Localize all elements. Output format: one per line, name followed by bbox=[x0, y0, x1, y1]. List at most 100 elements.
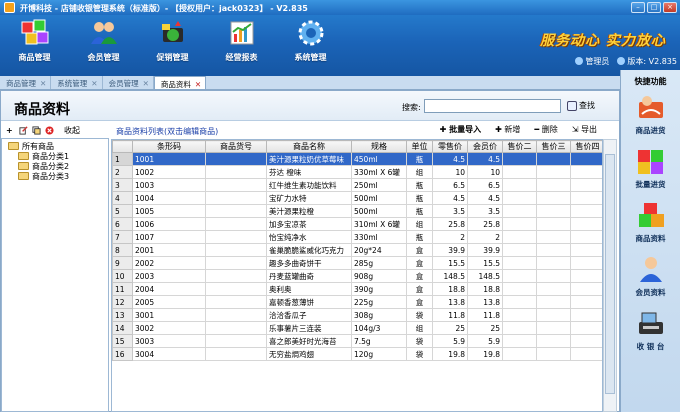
table-cell[interactable]: 308g bbox=[351, 308, 407, 322]
table-cell[interactable]: 组 bbox=[406, 217, 433, 231]
table-cell[interactable]: 25 bbox=[467, 321, 503, 335]
table-cell[interactable]: 雀巢脆脆鲨威化巧克力 bbox=[266, 243, 352, 257]
table-cell[interactable] bbox=[536, 230, 571, 244]
export-button[interactable]: ⇲ 导出 bbox=[572, 124, 597, 135]
column-header[interactable]: 商品货号 bbox=[205, 140, 267, 153]
table-cell[interactable]: 4.5 bbox=[432, 191, 468, 205]
table-cell[interactable]: 喜之郎美好时光海苔 bbox=[266, 334, 352, 348]
table-cell[interactable]: 宝矿力水特 bbox=[266, 191, 352, 205]
scrollbar-thumb[interactable] bbox=[605, 154, 615, 394]
table-cell[interactable]: 1004 bbox=[132, 191, 206, 205]
table-cell[interactable]: 18.8 bbox=[432, 282, 468, 296]
table-row[interactable]: 2 1002 芬达 橙味 330ml X 6罐组 10 10 bbox=[112, 165, 602, 179]
table-cell[interactable] bbox=[570, 256, 602, 270]
row-number-cell[interactable]: 9 bbox=[112, 256, 133, 270]
quick-batch-stock[interactable]: 批量进货 bbox=[621, 142, 680, 196]
table-cell[interactable]: 美汁源果粒橙 bbox=[266, 204, 352, 218]
table-cell[interactable]: 148.5 bbox=[467, 269, 503, 283]
row-number-cell[interactable]: 14 bbox=[112, 321, 133, 335]
table-cell[interactable]: 4.5 bbox=[467, 191, 503, 205]
table-cell[interactable]: 盒 bbox=[406, 256, 433, 270]
table-cell[interactable]: 25.8 bbox=[432, 217, 468, 231]
table-cell[interactable] bbox=[536, 347, 571, 361]
table-cell[interactable]: 袋 bbox=[406, 347, 433, 361]
close-tab-icon[interactable]: ✕ bbox=[143, 79, 149, 88]
delete-button[interactable]: ━ 删除 bbox=[534, 124, 557, 135]
table-cell[interactable]: 3001 bbox=[132, 308, 206, 322]
table-cell[interactable]: 美汁源果粒奶优草莓味 bbox=[266, 152, 352, 166]
row-number-cell[interactable]: 1 bbox=[112, 152, 133, 166]
table-cell[interactable] bbox=[502, 191, 537, 205]
table-cell[interactable] bbox=[502, 152, 537, 166]
table-cell[interactable]: 10 bbox=[432, 165, 468, 179]
column-header[interactable]: 售价二 bbox=[502, 140, 537, 153]
table-cell[interactable]: 18.8 bbox=[467, 282, 503, 296]
table-cell[interactable]: 6.5 bbox=[432, 178, 468, 192]
table-cell[interactable] bbox=[536, 282, 571, 296]
quick-product-info[interactable]: 商品资料 bbox=[621, 196, 680, 250]
table-cell[interactable]: 1005 bbox=[132, 204, 206, 218]
table-cell[interactable]: 250ml bbox=[351, 178, 407, 192]
quick-member-info[interactable]: 会员资料 bbox=[621, 250, 680, 304]
table-cell[interactable]: 2005 bbox=[132, 295, 206, 309]
vertical-scrollbar[interactable] bbox=[603, 139, 617, 412]
table-row[interactable]: 14 3002 乐事薯片三连装 104g/3 组 25 25 bbox=[112, 321, 602, 335]
table-cell[interactable]: 瓶 bbox=[406, 230, 433, 244]
table-cell[interactable]: 2003 bbox=[132, 269, 206, 283]
table-cell[interactable] bbox=[502, 334, 537, 348]
table-cell[interactable] bbox=[536, 243, 571, 257]
table-cell[interactable]: 盒 bbox=[406, 269, 433, 283]
row-number-cell[interactable]: 13 bbox=[112, 308, 133, 322]
row-number-cell[interactable]: 15 bbox=[112, 334, 133, 348]
copy-category-icon[interactable] bbox=[32, 125, 41, 135]
table-cell[interactable]: 瓶 bbox=[406, 191, 433, 205]
column-header[interactable]: 条形码 bbox=[132, 140, 206, 153]
table-cell[interactable]: 3002 bbox=[132, 321, 206, 335]
table-cell[interactable]: 4.5 bbox=[467, 152, 503, 166]
table-cell[interactable]: 瓶 bbox=[406, 152, 433, 166]
table-cell[interactable] bbox=[502, 308, 537, 322]
table-row[interactable]: 7 1007 怡宝纯净水 330ml 瓶 2 2 bbox=[112, 230, 602, 244]
table-cell[interactable]: 2001 bbox=[132, 243, 206, 257]
table-cell[interactable] bbox=[570, 165, 602, 179]
table-cell[interactable]: 225g bbox=[351, 295, 407, 309]
table-cell[interactable]: 2002 bbox=[132, 256, 206, 270]
tab-system-management[interactable]: 系统管理 ✕ bbox=[51, 76, 103, 89]
nav-member-management[interactable]: 会员管理 bbox=[69, 15, 138, 70]
table-cell[interactable] bbox=[502, 269, 537, 283]
table-cell[interactable]: 怡宝纯净水 bbox=[266, 230, 352, 244]
table-row[interactable]: 5 1005 美汁源果粒橙 500ml 瓶 3.5 3.5 bbox=[112, 204, 602, 218]
table-cell[interactable] bbox=[205, 347, 267, 361]
table-cell[interactable]: 15.5 bbox=[467, 256, 503, 270]
table-cell[interactable]: 6.5 bbox=[467, 178, 503, 192]
row-number-cell[interactable]: 4 bbox=[112, 191, 133, 205]
table-row[interactable]: 1 1001 美汁源果粒奶优草莓味 450ml 瓶 4.5 4.5 bbox=[112, 152, 602, 166]
table-cell[interactable]: 25 bbox=[432, 321, 468, 335]
table-cell[interactable] bbox=[502, 282, 537, 296]
table-cell[interactable]: 盒 bbox=[406, 295, 433, 309]
table-cell[interactable]: 无穷盐焗鸡翅 bbox=[266, 347, 352, 361]
table-cell[interactable]: 2 bbox=[432, 230, 468, 244]
table-cell[interactable] bbox=[502, 256, 537, 270]
table-cell[interactable] bbox=[536, 321, 571, 335]
table-cell[interactable]: 25.8 bbox=[467, 217, 503, 231]
tab-product-management[interactable]: 商品管理 ✕ bbox=[0, 76, 52, 89]
table-cell[interactable]: 乐事薯片三连装 bbox=[266, 321, 352, 335]
row-number-cell[interactable]: 2 bbox=[112, 165, 133, 179]
table-cell[interactable]: 2004 bbox=[132, 282, 206, 296]
table-cell[interactable]: 袋 bbox=[406, 308, 433, 322]
table-cell[interactable] bbox=[205, 191, 267, 205]
delete-category-icon[interactable] bbox=[45, 125, 54, 135]
table-cell[interactable] bbox=[205, 321, 267, 335]
table-cell[interactable]: 310ml X 6罐 bbox=[351, 217, 407, 231]
quick-stock-in[interactable]: 商品进货 bbox=[621, 88, 680, 142]
table-cell[interactable] bbox=[502, 217, 537, 231]
tab-product-info[interactable]: 商品资料 ✕ bbox=[153, 76, 207, 89]
table-cell[interactable]: 285g bbox=[351, 256, 407, 270]
add-category-icon[interactable]: + bbox=[6, 126, 15, 135]
table-cell[interactable]: 11.8 bbox=[432, 308, 468, 322]
table-cell[interactable] bbox=[205, 165, 267, 179]
table-cell[interactable]: 11.8 bbox=[467, 308, 503, 322]
column-header[interactable]: 会员价 bbox=[467, 140, 503, 153]
table-cell[interactable]: 3003 bbox=[132, 334, 206, 348]
